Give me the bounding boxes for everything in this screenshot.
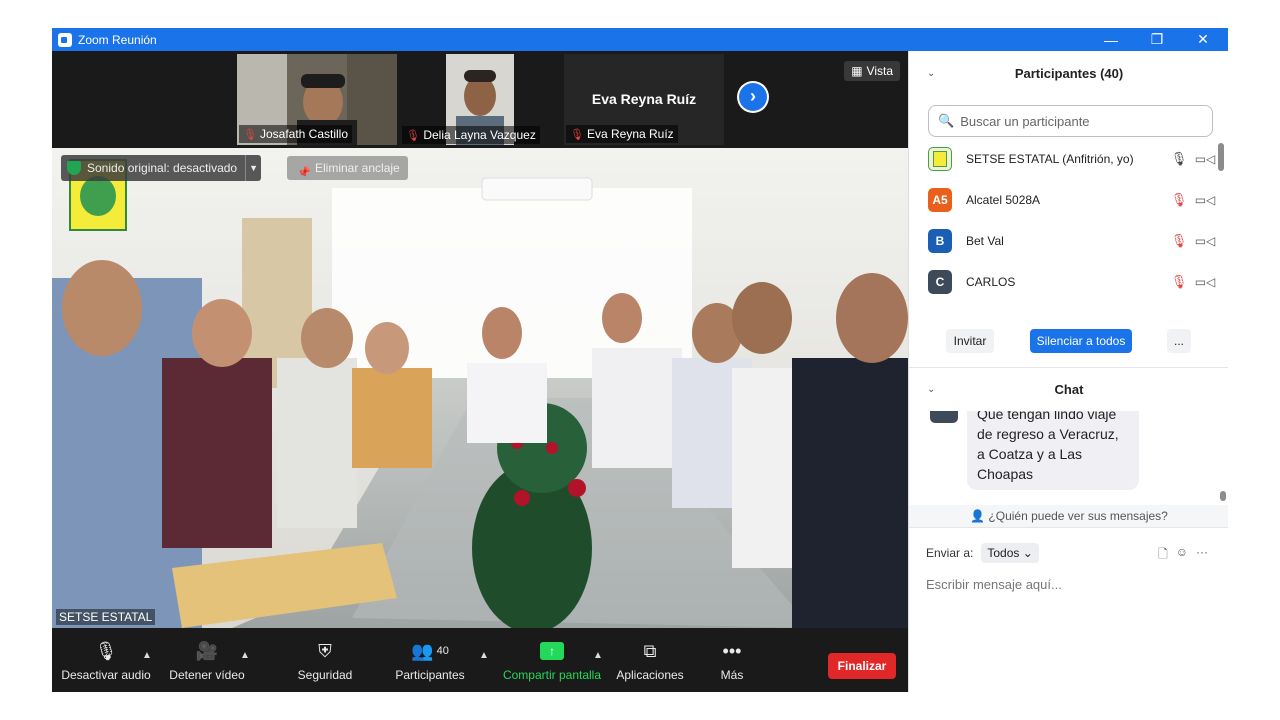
window-title: Zoom Reunión bbox=[78, 32, 157, 47]
thumbnail-name-label: 🎙 Josafath Castillo bbox=[239, 125, 353, 143]
next-page-button[interactable]: › bbox=[737, 81, 769, 113]
microphone-icon[interactable]: 🎙 bbox=[1168, 151, 1190, 167]
participants-scrollbar[interactable] bbox=[1218, 143, 1224, 171]
search-icon: 🔍 bbox=[938, 113, 955, 128]
chevron-right-icon: › bbox=[739, 83, 767, 111]
video-camera-icon[interactable]: ▭◁ bbox=[1190, 234, 1220, 248]
more-icon: ••• bbox=[722, 640, 742, 661]
thumbnail-josafath[interactable]: 🎙 Josafath Castillo bbox=[237, 54, 397, 145]
recipient-dropdown[interactable]: Todos ⌄ bbox=[981, 543, 1039, 563]
zoom-app-icon bbox=[58, 32, 72, 47]
microphone-icon: 🎙 bbox=[94, 640, 118, 661]
end-meeting-button[interactable]: Finalizar bbox=[828, 653, 896, 679]
unpin-button[interactable]: 📌 Eliminar anclaje bbox=[287, 156, 408, 180]
logo-icon bbox=[933, 151, 947, 167]
send-to-row: Enviar a: Todos ⌄ bbox=[926, 543, 1039, 563]
video-camera-icon[interactable]: ▭◁ bbox=[1190, 275, 1220, 289]
pin-icon: 📌 bbox=[297, 167, 311, 179]
close-button[interactable]: ✕ bbox=[1180, 28, 1226, 51]
avatar: B bbox=[928, 229, 952, 253]
participants-header: ⌄ Participantes (40) bbox=[927, 65, 1124, 81]
shield-icon: ⛨ bbox=[318, 640, 332, 661]
more-options-button[interactable]: ... bbox=[1167, 329, 1191, 353]
invite-button[interactable]: Invitar bbox=[946, 329, 994, 353]
mute-audio-button[interactable]: 🎙 Desactivar audio bbox=[61, 628, 150, 692]
participant-row[interactable]: A5 Alcatel 5028A 🎙 ▭◁ bbox=[928, 180, 1220, 220]
video-strip: 🎙 Josafath Castillo 🎙 Delia Layna Vazquez… bbox=[52, 51, 908, 148]
audio-options-caret[interactable]: ▲ bbox=[142, 650, 152, 661]
participants-options-caret[interactable]: ▲ bbox=[479, 650, 489, 661]
participants-button[interactable]: 👥 40 Participantes bbox=[392, 628, 468, 692]
chevron-down-icon[interactable]: ⌄ bbox=[927, 68, 935, 79]
video-camera-icon[interactable]: ▭◁ bbox=[1190, 152, 1220, 166]
file-icon[interactable]: 🗋 bbox=[1158, 545, 1168, 566]
chevron-down-icon[interactable]: ⌄ bbox=[927, 384, 935, 395]
mic-muted-icon: 🎙 bbox=[570, 128, 584, 141]
minimize-button[interactable]: — bbox=[1088, 28, 1134, 51]
mute-all-button[interactable]: Silenciar a todos bbox=[1030, 329, 1132, 353]
view-button[interactable]: ▦ Vista bbox=[844, 61, 900, 81]
chat-message: Que tengan lindo viaje de regreso a Vera… bbox=[967, 411, 1139, 490]
chat-tools: 🗋 ☺ ··· bbox=[1158, 545, 1208, 566]
video-camera-icon: 🎥 bbox=[195, 640, 219, 661]
emoji-icon[interactable]: ☺ bbox=[1176, 545, 1188, 566]
participant-row[interactable]: B Bet Val 🎙 ▭◁ bbox=[928, 221, 1220, 261]
person-lock-icon: 👤 bbox=[970, 509, 986, 523]
share-arrow-icon: ↑ bbox=[540, 642, 564, 660]
mic-muted-icon[interactable]: 🎙 bbox=[1168, 233, 1190, 249]
main-video-name: SETSE ESTATAL bbox=[56, 609, 156, 625]
share-screen-button[interactable]: ↑ Compartir pantalla bbox=[500, 628, 604, 692]
chat-messages: Que tengan lindo viaje de regreso a Vera… bbox=[909, 411, 1228, 505]
share-options-caret[interactable]: ▲ bbox=[593, 650, 603, 661]
more-icon[interactable]: ··· bbox=[1196, 545, 1208, 566]
title-bar: Zoom Reunión — ❐ ✕ bbox=[52, 28, 1228, 51]
avatar bbox=[928, 147, 952, 171]
thumbnail-name-label: 🎙 Delia Layna Vazquez bbox=[402, 126, 540, 144]
original-sound-control[interactable]: Sonido original: desactivado ▼ bbox=[61, 155, 262, 181]
participant-row[interactable]: SETSE ESTATAL (Anfitrión, yo) 🎙 ▭◁ bbox=[928, 139, 1220, 179]
apps-button[interactable]: ⧉ Aplicaciones bbox=[614, 628, 686, 692]
video-camera-icon[interactable]: ▭◁ bbox=[1190, 193, 1220, 207]
who-can-see-link[interactable]: 👤 ¿Quién puede ver sus mensajes? bbox=[909, 509, 1228, 523]
avatar: C bbox=[928, 270, 952, 294]
mic-muted-icon: 🎙 bbox=[406, 130, 420, 142]
grid-icon: ▦ bbox=[851, 64, 863, 78]
security-button[interactable]: ⛨ Seguridad bbox=[292, 628, 358, 692]
apps-icon: ⧉ bbox=[643, 640, 657, 661]
chevron-down-icon: ⌄ bbox=[1022, 546, 1033, 560]
thumbnail-name-label: 🎙 Eva Reyna Ruíz bbox=[566, 125, 678, 143]
main-video: Sonido original: desactivado ▼ 📌 Eliminar… bbox=[52, 148, 908, 628]
chevron-down-icon[interactable]: ▼ bbox=[245, 155, 261, 181]
meeting-room-image bbox=[52, 148, 908, 628]
chat-message-input[interactable]: Escribir mensaje aquí... bbox=[926, 577, 1062, 592]
participant-display-name: Eva Reyna Ruíz bbox=[591, 91, 697, 107]
mic-muted-icon[interactable]: 🎙 bbox=[1168, 274, 1190, 290]
mic-muted-icon: 🎙 bbox=[243, 128, 257, 141]
more-button[interactable]: ••• Más bbox=[714, 628, 750, 692]
mic-muted-icon[interactable]: 🎙 bbox=[1168, 192, 1190, 208]
participant-search-input[interactable]: 🔍 Buscar un participante bbox=[928, 105, 1213, 137]
side-panel: ⌄ Participantes (40) 🔍 Buscar un partici… bbox=[908, 51, 1228, 692]
zoom-window: Zoom Reunión — ❐ ✕ 🎙 Josafath Castillo 🎙… bbox=[52, 28, 1228, 692]
shield-icon bbox=[67, 161, 81, 175]
divider bbox=[909, 527, 1228, 528]
thumbnail-eva[interactable]: Eva Reyna Ruíz 🎙 Eva Reyna Ruíz bbox=[564, 54, 724, 145]
video-options-caret[interactable]: ▲ bbox=[240, 650, 250, 661]
avatar bbox=[930, 411, 958, 423]
participants-icon: 👥 40 bbox=[411, 640, 449, 661]
chat-scrollbar[interactable] bbox=[1220, 491, 1226, 501]
participants-count: 40 bbox=[436, 645, 449, 657]
participant-row[interactable]: C CARLOS 🎙 ▭◁ bbox=[928, 262, 1220, 302]
restore-button[interactable]: ❐ bbox=[1134, 28, 1180, 51]
stop-video-button[interactable]: 🎥 Detener vídeo bbox=[167, 628, 247, 692]
meeting-toolbar: 🎙 Desactivar audio ▲ 🎥 Detener vídeo ▲ ⛨… bbox=[52, 628, 908, 692]
avatar: A5 bbox=[928, 188, 952, 212]
chat-header: ⌄ Chat bbox=[927, 381, 1084, 397]
